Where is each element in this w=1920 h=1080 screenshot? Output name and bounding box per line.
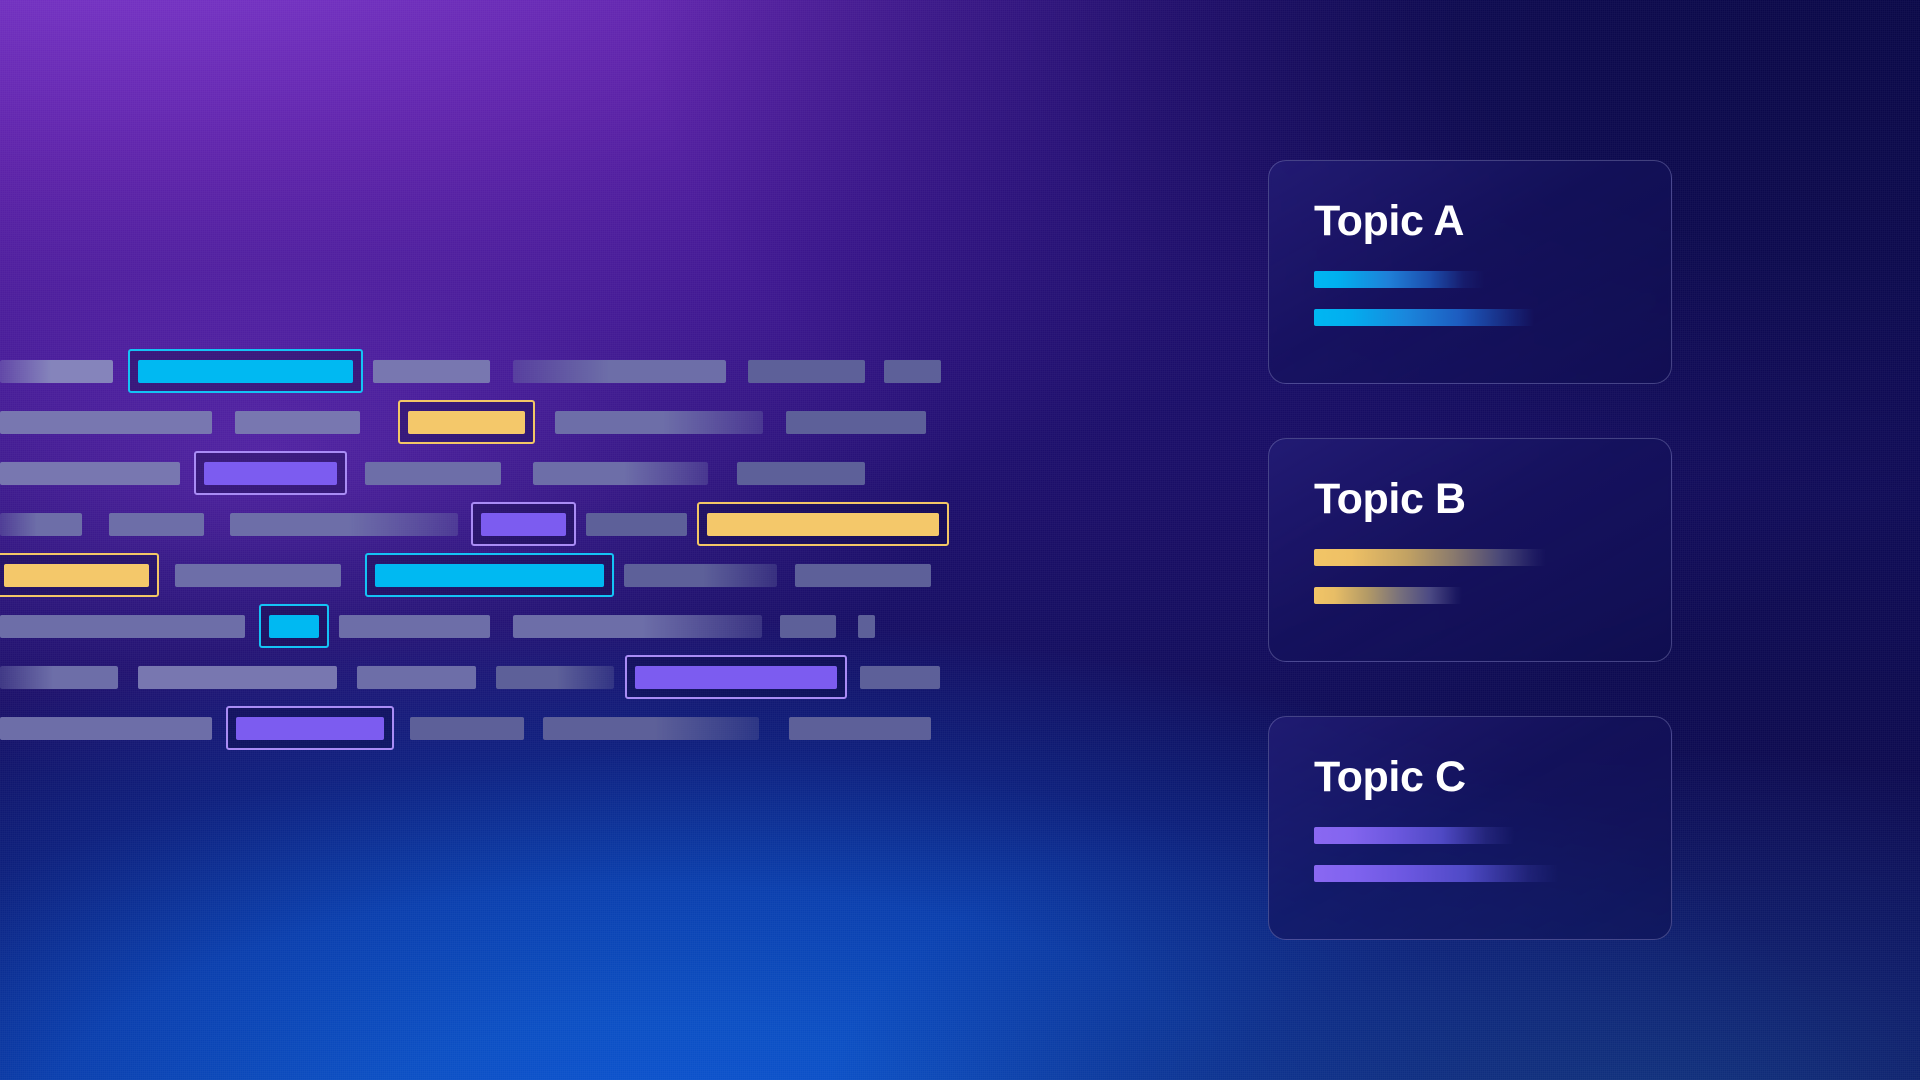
text-line-segment — [737, 462, 865, 485]
text-line-segment — [373, 360, 490, 383]
highlight-fill — [375, 563, 604, 587]
text-line-segment — [0, 360, 113, 383]
highlight-fill — [204, 461, 337, 485]
text-line-segment — [235, 411, 360, 434]
text-line-segment — [175, 564, 341, 587]
text-line-segment — [780, 615, 836, 638]
highlight-fill — [269, 614, 319, 638]
text-line-row — [0, 400, 1180, 444]
topic-card-bar — [1314, 309, 1534, 326]
highlighted-text-block — [0, 0, 1180, 1080]
canvas-root: Topic A Topic B Topic C — [0, 0, 1920, 1080]
text-line-segment — [0, 666, 118, 689]
highlight-fill — [707, 512, 939, 536]
topic-card-bar — [1314, 549, 1546, 566]
highlight-fill — [481, 512, 566, 536]
topic-card-bar — [1314, 587, 1462, 604]
text-line-segment — [339, 615, 490, 638]
text-line-row — [0, 706, 1180, 750]
topic-card-bar — [1314, 827, 1514, 844]
text-line-segment — [513, 615, 762, 638]
topic-card-bar — [1314, 271, 1484, 288]
text-line-segment — [109, 513, 204, 536]
text-line-segment — [0, 717, 212, 740]
topic-card[interactable]: Topic A — [1268, 160, 1672, 384]
text-line-row — [0, 604, 1180, 648]
topic-card[interactable]: Topic C — [1268, 716, 1672, 940]
text-line-segment — [786, 411, 926, 434]
highlight-fill — [635, 665, 837, 689]
highlight-fill — [408, 410, 525, 434]
highlight-gold-3[interactable] — [0, 553, 159, 597]
topic-card-title: Topic C — [1314, 753, 1466, 801]
topic-card-bar — [1314, 865, 1558, 882]
text-line-segment — [884, 360, 941, 383]
text-line-segment — [138, 666, 337, 689]
highlight-violet-3[interactable] — [625, 655, 847, 699]
text-line-segment — [230, 513, 458, 536]
text-line-segment — [858, 615, 875, 638]
text-line-segment — [513, 360, 726, 383]
text-line-segment — [543, 717, 759, 740]
text-line-segment — [0, 411, 212, 434]
highlight-fill — [4, 563, 149, 587]
text-line-segment — [795, 564, 931, 587]
text-line-segment — [789, 717, 931, 740]
text-line-row — [0, 349, 1180, 393]
text-line-segment — [0, 513, 82, 536]
text-line-segment — [365, 462, 501, 485]
text-line-row — [0, 553, 1180, 597]
highlight-cyan-3[interactable] — [259, 604, 329, 648]
highlight-cyan-2[interactable] — [365, 553, 614, 597]
highlight-violet-2[interactable] — [471, 502, 576, 546]
highlight-fill — [138, 359, 353, 383]
text-line-segment — [0, 462, 180, 485]
text-line-segment — [748, 360, 865, 383]
topic-card[interactable]: Topic B — [1268, 438, 1672, 662]
text-line-segment — [586, 513, 687, 536]
text-line-segment — [624, 564, 777, 587]
text-line-segment — [357, 666, 476, 689]
text-line-row — [0, 655, 1180, 699]
text-line-segment — [555, 411, 763, 434]
text-line-segment — [496, 666, 614, 689]
text-line-segment — [533, 462, 708, 485]
highlight-cyan-1[interactable] — [128, 349, 363, 393]
topic-card-title: Topic B — [1314, 475, 1466, 523]
highlight-violet-1[interactable] — [194, 451, 347, 495]
text-line-row — [0, 502, 1180, 546]
text-line-segment — [0, 615, 245, 638]
text-line-row — [0, 451, 1180, 495]
text-line-segment — [860, 666, 940, 689]
text-line-segment — [410, 717, 524, 740]
highlight-gold-2[interactable] — [697, 502, 949, 546]
highlight-violet-4[interactable] — [226, 706, 394, 750]
highlight-fill — [236, 716, 384, 740]
topic-card-title: Topic A — [1314, 197, 1465, 245]
highlight-gold-1[interactable] — [398, 400, 535, 444]
